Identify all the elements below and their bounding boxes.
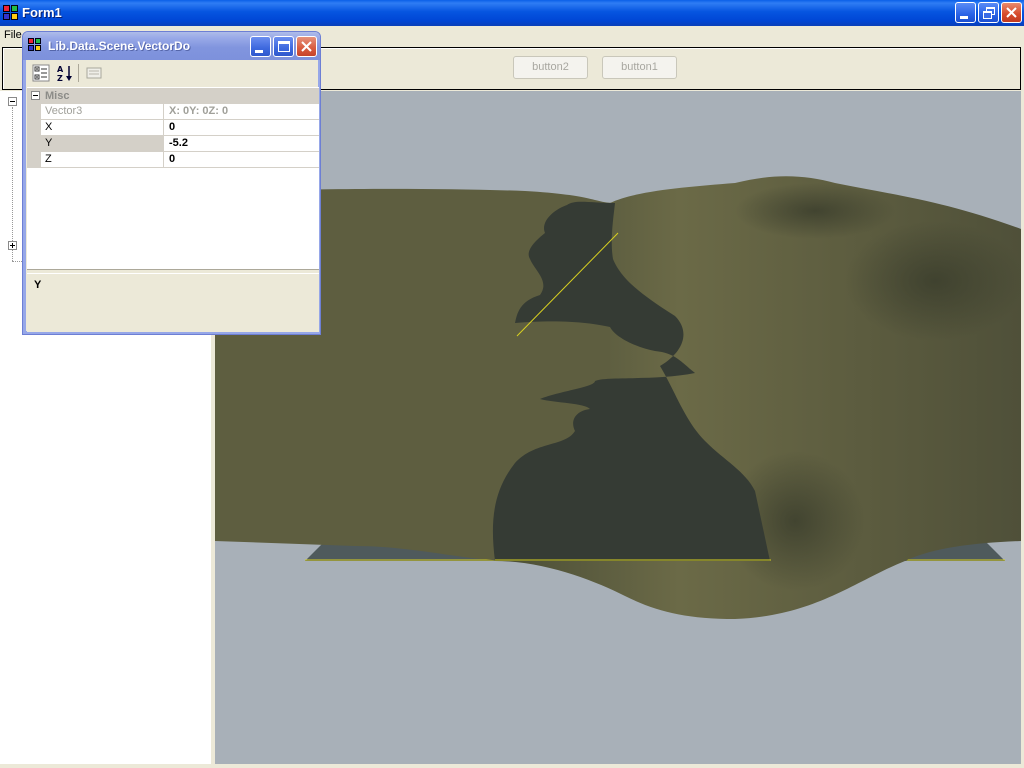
- menu-file[interactable]: File: [4, 29, 22, 41]
- property-row-vector3[interactable]: Vector3 X: 0Y: 0Z: 0: [27, 104, 319, 120]
- property-minimize-button[interactable]: [250, 36, 271, 57]
- property-value: X: 0Y: 0Z: 0: [169, 105, 229, 117]
- svg-text:Z: Z: [57, 74, 63, 82]
- 3d-viewport[interactable]: [215, 91, 1021, 764]
- property-close-button[interactable]: [296, 36, 317, 57]
- property-value[interactable]: 0: [165, 120, 317, 136]
- description-title: Y: [34, 279, 42, 291]
- property-name: X: [41, 120, 164, 136]
- collapse-icon[interactable]: [31, 91, 40, 100]
- minimize-button[interactable]: [955, 2, 976, 23]
- minimize-icon: [255, 50, 263, 53]
- property-toolbar: A Z: [27, 60, 318, 87]
- tree-expand-icon[interactable]: [8, 241, 17, 250]
- property-row-y[interactable]: Y -5.2: [27, 136, 319, 152]
- property-name: Vector3: [41, 104, 164, 120]
- app-icon[interactable]: [3, 5, 19, 21]
- close-icon: [301, 41, 312, 52]
- status-strip: [0, 764, 1024, 768]
- toolbar-separator: [78, 64, 79, 82]
- property-name: Z: [41, 152, 164, 168]
- category-row-misc[interactable]: Misc: [27, 88, 319, 104]
- terrain-render: [215, 176, 1021, 619]
- close-button[interactable]: [1001, 2, 1022, 23]
- tree-connector: [12, 261, 22, 262]
- categorized-icon[interactable]: [32, 64, 50, 82]
- property-window-icon: [28, 38, 44, 54]
- category-label: Misc: [45, 90, 70, 102]
- tree-collapse-icon[interactable]: [8, 97, 17, 106]
- property-row-x[interactable]: X 0: [27, 120, 319, 136]
- main-title-bar: Form1: [0, 0, 1024, 26]
- svg-text:A: A: [57, 65, 64, 74]
- button2[interactable]: button2: [513, 56, 588, 79]
- property-value[interactable]: -5.2: [165, 136, 317, 152]
- description-pane: Y: [27, 273, 319, 332]
- property-grid[interactable]: Misc Vector3 X: 0Y: 0Z: 0 X 0 Y -5.2 Z 0: [27, 87, 319, 269]
- tree-connector: [12, 107, 13, 261]
- close-icon: [1006, 7, 1017, 18]
- property-value[interactable]: 0: [165, 152, 317, 168]
- property-name: Y: [41, 136, 164, 152]
- alphabetical-icon[interactable]: A Z: [56, 64, 74, 82]
- property-window[interactable]: Lib.Data.Scene.VectorDo A Z Misc Vector3…: [22, 31, 321, 335]
- property-maximize-button[interactable]: [273, 36, 294, 57]
- property-row-z[interactable]: Z 0: [27, 152, 319, 168]
- property-window-title-bar[interactable]: Lib.Data.Scene.VectorDo: [23, 32, 320, 60]
- minimize-icon: [960, 16, 968, 19]
- restore-button[interactable]: [978, 2, 999, 23]
- window-title: Form1: [22, 5, 62, 20]
- button1[interactable]: button1: [602, 56, 677, 79]
- property-pages-icon[interactable]: [85, 64, 103, 82]
- maximize-icon: [278, 41, 290, 52]
- property-window-title: Lib.Data.Scene.VectorDo: [48, 39, 191, 53]
